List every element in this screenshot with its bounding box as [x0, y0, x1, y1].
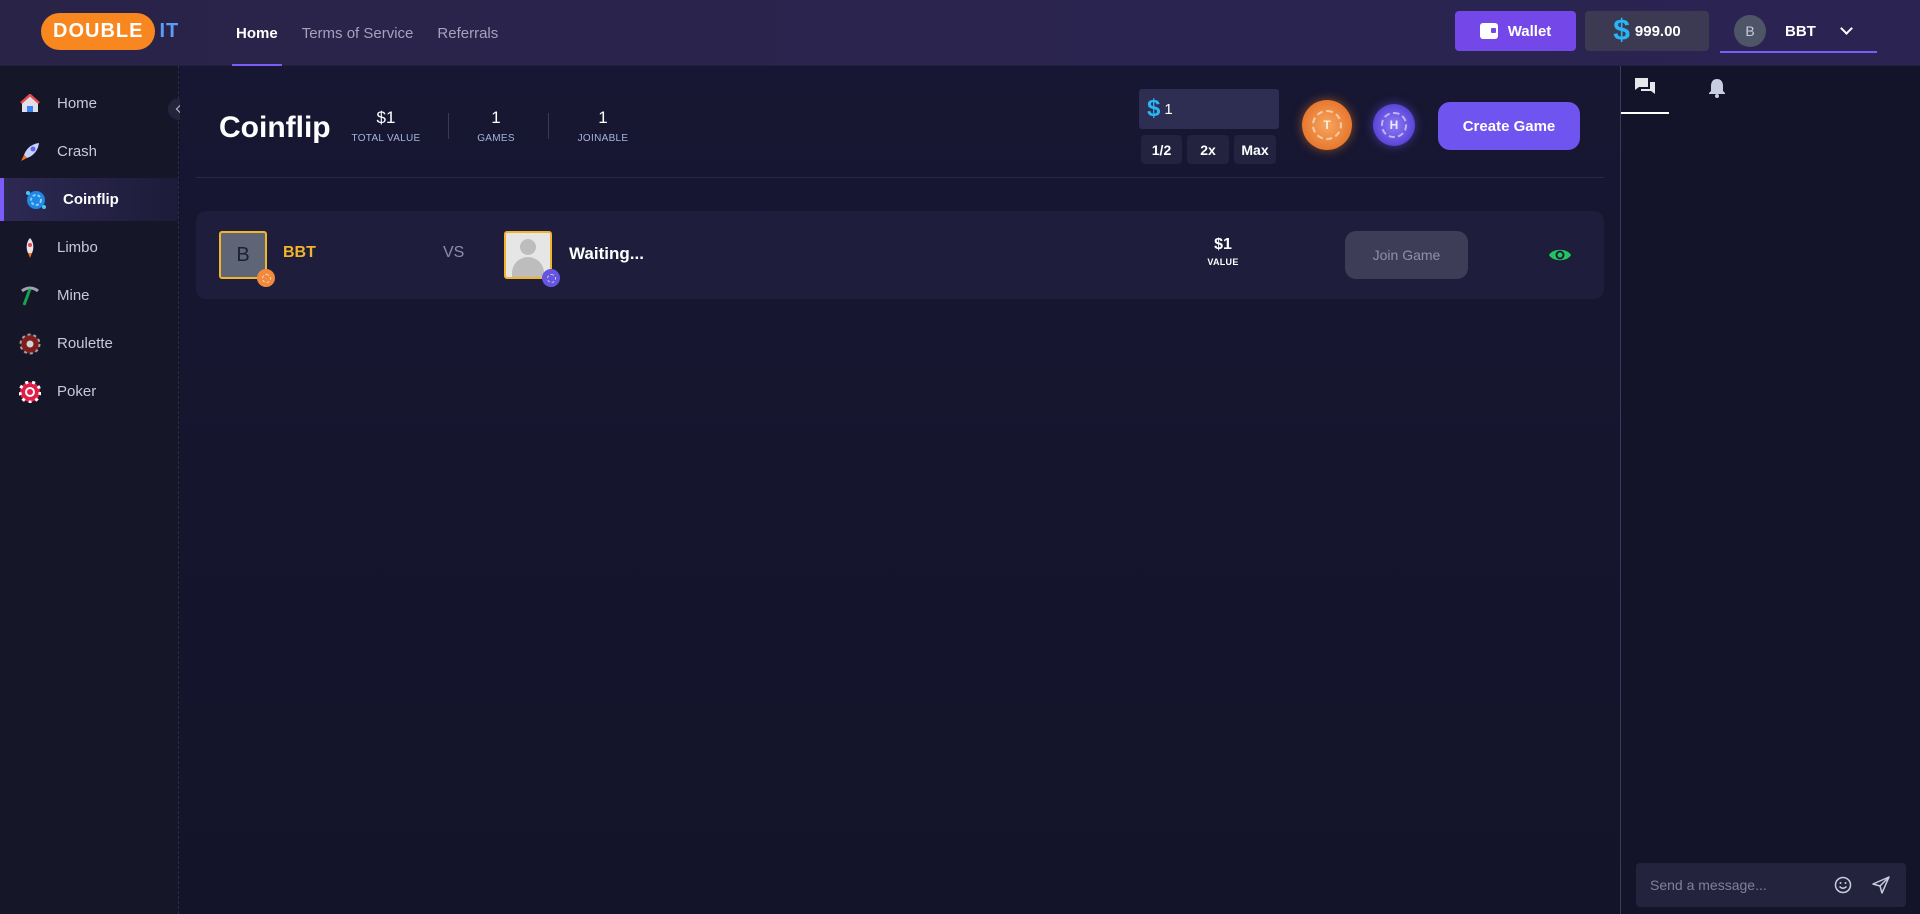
max-bet-button[interactable]: Max: [1234, 135, 1276, 164]
tails-coin-icon[interactable]: T: [1302, 100, 1352, 150]
roulette-icon: [19, 333, 41, 355]
rocket-icon: [19, 141, 41, 163]
stat-total-value: $1 TOTAL VALUE: [351, 108, 421, 144]
game-value: $1 VALUE: [1196, 236, 1250, 267]
logo-pill: DOUBLE: [41, 13, 156, 50]
balance-amount: 999.00: [1634, 22, 1681, 40]
stat-value: 1: [491, 108, 501, 127]
dollar-icon: $: [1147, 95, 1161, 122]
opponent-status: Waiting...: [569, 244, 644, 263]
nav-home[interactable]: Home: [232, 0, 282, 66]
coin-letter: H: [1381, 112, 1407, 138]
double-bet-button[interactable]: 2x: [1187, 135, 1229, 164]
sidebar-item-crash[interactable]: Crash: [0, 130, 178, 173]
sidebar-item-label: Limbo: [57, 239, 98, 256]
chat-bubbles-icon: [1634, 77, 1656, 102]
create-game-button[interactable]: Create Game: [1438, 102, 1580, 150]
logo[interactable]: DOUBLE IT: [41, 13, 179, 50]
join-game-button[interactable]: Join Game: [1345, 231, 1468, 279]
sidebar-item-home[interactable]: Home: [0, 82, 178, 125]
page-title: Coinflip: [219, 111, 331, 144]
stat-games: 1 GAMES: [471, 108, 521, 144]
pickaxe-icon: [19, 285, 41, 307]
stat-divider: [448, 113, 449, 139]
sidebar-item-mine[interactable]: Mine: [0, 274, 178, 317]
user-menu[interactable]: B BBT: [1720, 11, 1877, 53]
chat-panel: Send a message...: [1620, 66, 1920, 914]
game-row: B BBT VS Waiting... $1 VALUE Join Game: [196, 211, 1604, 299]
dollar-icon: $: [1613, 14, 1630, 47]
nav-referrals[interactable]: Referrals: [437, 0, 498, 66]
logo-suffix: IT: [159, 20, 180, 42]
wallet-button[interactable]: Wallet: [1455, 11, 1576, 51]
balance-display: $ 999.00: [1585, 11, 1709, 51]
game-value-amount: $1: [1214, 236, 1232, 253]
eye-icon[interactable]: [1548, 246, 1572, 269]
heads-coin-icon[interactable]: H: [1373, 104, 1415, 146]
sidebar-item-limbo[interactable]: Limbo: [0, 226, 178, 269]
vs-label: VS: [443, 244, 465, 261]
poker-chip-icon: [19, 380, 41, 403]
emoji-icon[interactable]: [1834, 876, 1852, 897]
half-bet-button[interactable]: 1/2: [1141, 135, 1182, 164]
sidebar-item-label: Crash: [57, 143, 98, 160]
sidebar-item-label: Roulette: [57, 335, 113, 352]
sidebar: Home Crash Coinflip Limbo Mine Roulette: [0, 66, 179, 914]
tab-chat[interactable]: [1621, 66, 1669, 114]
avatar: B: [1734, 15, 1766, 47]
top-nav: Home Terms of Service Referrals: [232, 0, 522, 66]
wallet-icon: [1479, 23, 1498, 39]
main-content: Coinflip $1 TOTAL VALUE 1 GAMES 1 JOINAB…: [180, 66, 1620, 914]
bet-amount-value: 1: [1164, 100, 1173, 118]
heads-badge-icon: [542, 269, 560, 287]
player-name: BBT: [283, 244, 316, 261]
sidebar-item-coinflip[interactable]: Coinflip: [0, 178, 178, 221]
stat-divider: [548, 113, 549, 139]
username: BBT: [1785, 22, 1816, 40]
stat-value: $1: [376, 108, 396, 127]
send-icon[interactable]: [1872, 876, 1890, 897]
divider: [196, 177, 1604, 178]
nav-terms-of-service[interactable]: Terms of Service: [302, 0, 414, 66]
sidebar-item-label: Home: [57, 95, 98, 112]
limbo-rocket-icon: [19, 237, 41, 259]
stat-joinable: 1 JOINABLE: [573, 108, 633, 144]
coin-letter: T: [1312, 110, 1342, 140]
house-icon: [19, 93, 41, 115]
sidebar-item-label: Mine: [57, 287, 90, 304]
chat-message-input[interactable]: Send a message...: [1636, 863, 1906, 907]
tails-badge-icon: [257, 269, 275, 287]
top-bar: DOUBLE IT Home Terms of Service Referral…: [0, 0, 1920, 66]
chevron-down-icon[interactable]: [1839, 22, 1853, 35]
bell-icon: [1708, 78, 1726, 103]
coinflip-icon: [25, 189, 47, 211]
tab-notifications[interactable]: [1693, 66, 1741, 114]
wallet-label: Wallet: [1507, 22, 1552, 40]
sidebar-item-poker[interactable]: Poker: [0, 370, 178, 413]
chat-placeholder: Send a message...: [1650, 877, 1767, 893]
stat-value: 1: [598, 108, 608, 127]
stat-label: JOINABLE: [577, 133, 629, 144]
stat-label: GAMES: [477, 133, 515, 144]
bet-amount-input[interactable]: $ 1: [1139, 89, 1279, 129]
sidebar-item-roulette[interactable]: Roulette: [0, 322, 178, 365]
sidebar-item-label: Coinflip: [63, 191, 119, 208]
sidebar-item-label: Poker: [57, 383, 97, 400]
game-value-label: VALUE: [1207, 257, 1239, 267]
stat-label: TOTAL VALUE: [351, 133, 421, 144]
